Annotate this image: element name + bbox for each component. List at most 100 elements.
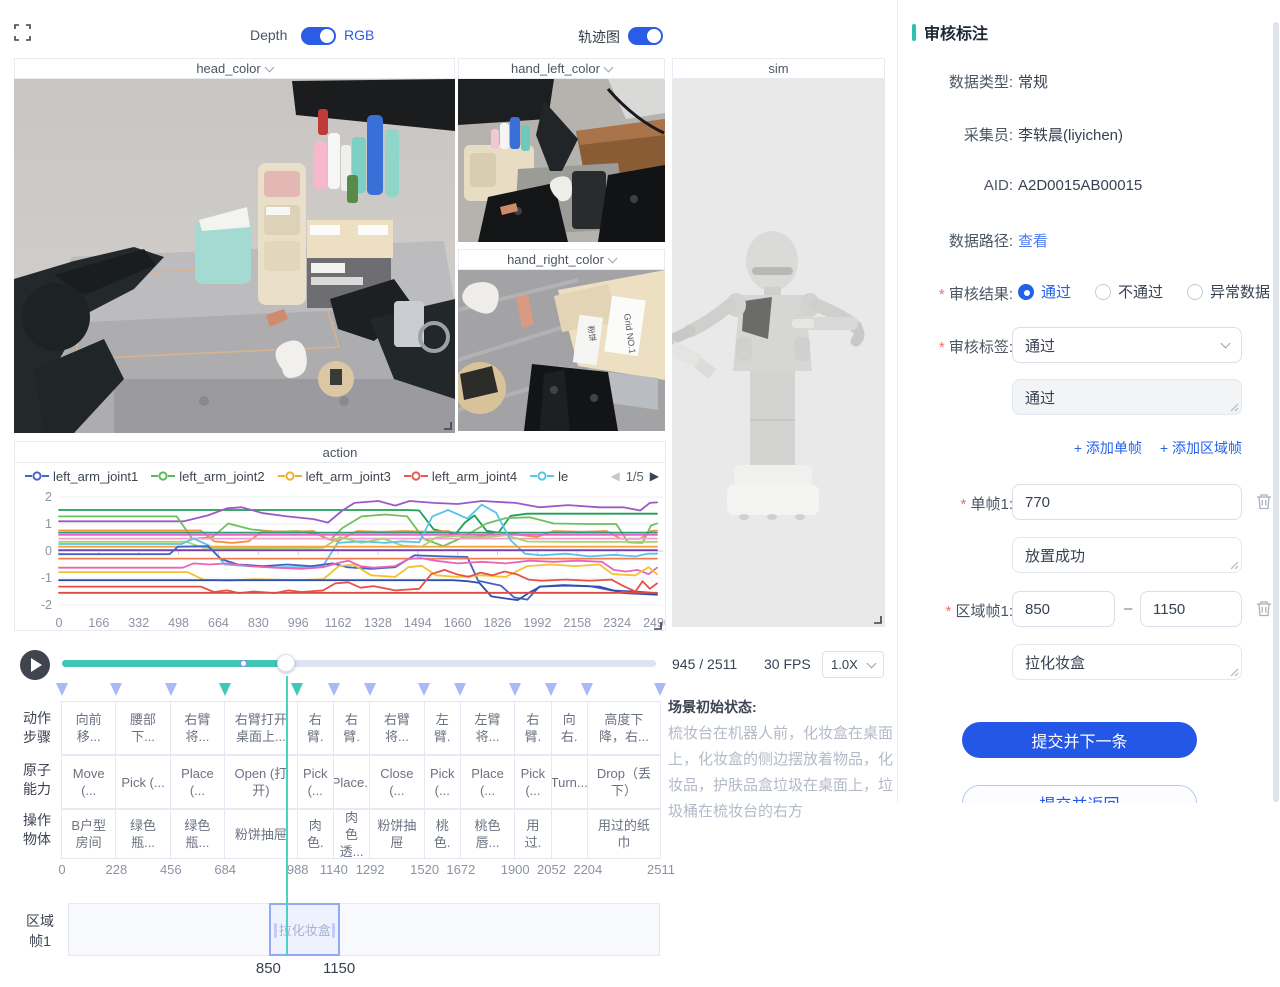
depth-rgb-toggle[interactable]: [301, 27, 336, 45]
resize-grip-icon[interactable]: [1229, 560, 1239, 570]
submit-next-button[interactable]: 提交并下一条: [962, 722, 1197, 758]
single-frame-desc-textarea[interactable]: 放置成功: [1012, 537, 1242, 573]
play-button[interactable]: [20, 650, 50, 680]
region-track[interactable]: 拉化妆盒: [68, 903, 660, 956]
hand-right-camera-title[interactable]: hand_right_color: [458, 249, 665, 270]
step-cell[interactable]: Drop（丢下）: [587, 755, 661, 809]
legend-item-left_arm_joint4[interactable]: left_arm_joint4: [404, 469, 517, 484]
result-radio-异常数据[interactable]: 异常数据: [1187, 281, 1270, 302]
step-cell[interactable]: 右臂.: [297, 701, 334, 755]
trash-icon[interactable]: [1256, 600, 1272, 617]
timeline-marker-2052[interactable]: [545, 683, 557, 696]
step-cell[interactable]: 肉色.: [297, 809, 334, 859]
legend-item-le[interactable]: le: [530, 469, 568, 484]
resize-corner-icon[interactable]: [873, 615, 882, 624]
step-cell[interactable]: 右臂.: [333, 701, 370, 755]
step-cell[interactable]: 肉色透...: [333, 809, 370, 859]
tag-textarea[interactable]: 通过: [1012, 379, 1242, 415]
legend-prev-icon[interactable]: ◀: [610, 469, 619, 483]
tag-select[interactable]: 通过: [1012, 327, 1242, 363]
step-cell[interactable]: 绿色瓶...: [115, 809, 170, 859]
resize-grip-icon[interactable]: [1229, 667, 1239, 677]
region-left-handle[interactable]: [274, 923, 277, 938]
step-cell[interactable]: 向前移...: [61, 701, 116, 755]
add-single-frame-link[interactable]: + 添加单帧: [1074, 438, 1142, 458]
resize-corner-icon[interactable]: [653, 621, 662, 630]
resize-grip-icon[interactable]: [1229, 402, 1239, 412]
result-radio-通过[interactable]: 通过: [1018, 281, 1071, 302]
timeline-marker-2511[interactable]: [654, 683, 666, 696]
timeline-marker-1672[interactable]: [454, 683, 466, 696]
panel-scrollbar[interactable]: [1273, 22, 1279, 802]
timeline-slider[interactable]: [62, 660, 656, 667]
hand-left-camera-panel: hand_left_color: [458, 58, 665, 242]
step-cell[interactable]: 左臂.: [424, 701, 461, 755]
step-cell[interactable]: 左臂将...: [460, 701, 515, 755]
trajectory-toggle[interactable]: [628, 27, 663, 45]
single-frame-input[interactable]: [1012, 484, 1242, 520]
region-desc-textarea[interactable]: 拉化妆盒: [1012, 644, 1242, 680]
timeline-marker-1140[interactable]: [328, 683, 340, 696]
legend-item-left_arm_joint1[interactable]: left_arm_joint1: [25, 469, 138, 484]
timeline-marker-1520[interactable]: [418, 683, 430, 696]
step-cell[interactable]: 高度下降，右...: [587, 701, 661, 755]
timeline-marker-2204[interactable]: [581, 683, 593, 696]
step-cell[interactable]: Pick (...: [115, 755, 170, 809]
axis-tick-1140: 1140: [320, 862, 348, 877]
step-cell[interactable]: 粉饼抽屉: [369, 809, 424, 859]
region-track-label: 区域帧1: [20, 911, 60, 951]
trash-icon[interactable]: [1256, 493, 1272, 510]
timeline-marker-228[interactable]: [110, 683, 122, 696]
step-cell[interactable]: 右臂.: [514, 701, 551, 755]
step-cell[interactable]: 腰部下...: [115, 701, 170, 755]
step-cell[interactable]: Move (...: [61, 755, 116, 809]
svg-text:2324: 2324: [603, 616, 631, 630]
step-cell[interactable]: Pick (...: [514, 755, 551, 809]
timeline-marker-684[interactable]: [219, 683, 231, 696]
region-end-input[interactable]: [1140, 591, 1242, 627]
step-cell[interactable]: 桃色唇...: [460, 809, 515, 859]
step-cell[interactable]: 绿色瓶...: [170, 809, 225, 859]
timeline-marker-0[interactable]: [56, 683, 68, 696]
submit-back-button[interactable]: 提交并返回: [962, 785, 1197, 803]
step-cell[interactable]: 右臂将...: [369, 701, 424, 755]
legend-next-icon[interactable]: ▶: [650, 469, 659, 483]
result-radio-不通过[interactable]: 不通过: [1095, 281, 1163, 302]
add-region-frame-link[interactable]: + 添加区域帧: [1160, 438, 1242, 458]
timeline-marker-456[interactable]: [165, 683, 177, 696]
hand-left-camera-title[interactable]: hand_left_color: [458, 58, 665, 79]
step-table-row: B户型房间绿色瓶...绿色瓶...粉饼抽屉肉色.肉色透...粉饼抽屉桃色.桃色唇…: [62, 809, 661, 859]
step-cell[interactable]: 用过.: [514, 809, 551, 859]
head-camera-title[interactable]: head_color: [14, 58, 455, 79]
step-cell[interactable]: B户型房间: [61, 809, 116, 859]
step-cell[interactable]: [551, 809, 588, 859]
step-cell[interactable]: 用过的纸巾: [587, 809, 661, 859]
region-right-handle[interactable]: [332, 923, 335, 938]
playhead-line[interactable]: [286, 676, 288, 956]
timeline-marker-1292[interactable]: [364, 683, 376, 696]
step-cell[interactable]: Pick (...: [424, 755, 461, 809]
region-block[interactable]: 拉化妆盒: [269, 903, 340, 956]
sim-robot-view[interactable]: [672, 79, 885, 627]
step-cell[interactable]: Turn...: [551, 755, 588, 809]
timeline-slider-handle[interactable]: [277, 654, 295, 672]
step-cell[interactable]: Place (...: [170, 755, 225, 809]
region-start-input[interactable]: [1012, 591, 1115, 627]
data-path-link[interactable]: 查看: [1018, 230, 1048, 251]
radio-label: 不通过: [1118, 281, 1163, 302]
playback-speed-select[interactable]: 1.0X: [822, 651, 884, 678]
step-cell[interactable]: Place..: [333, 755, 370, 809]
step-cell[interactable]: Pick (...: [297, 755, 334, 809]
step-cell[interactable]: 桃色.: [424, 809, 461, 859]
timeline-marker-988[interactable]: [291, 683, 303, 696]
step-cell[interactable]: Place (...: [460, 755, 515, 809]
legend-item-left_arm_joint2[interactable]: left_arm_joint2: [151, 469, 264, 484]
fullscreen-icon[interactable]: [14, 24, 31, 41]
legend-item-left_arm_joint3[interactable]: left_arm_joint3: [278, 469, 391, 484]
resize-corner-icon[interactable]: [443, 421, 452, 430]
step-cell[interactable]: Close (...: [369, 755, 424, 809]
legend-marker-icon: [404, 471, 428, 481]
step-cell[interactable]: 右臂将...: [170, 701, 225, 755]
step-cell[interactable]: 向右.: [551, 701, 588, 755]
timeline-marker-1900[interactable]: [509, 683, 521, 696]
